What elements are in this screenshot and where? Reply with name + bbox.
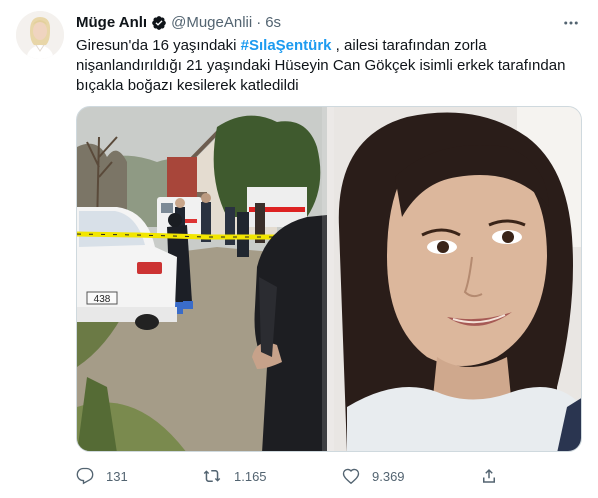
like-icon bbox=[342, 468, 360, 485]
hashtag-link[interactable]: #SılaŞentürk bbox=[241, 37, 332, 54]
tweet-header: Müge Anlı @MugeAnlii · 6s bbox=[76, 13, 582, 33]
more-icon[interactable] bbox=[560, 12, 582, 34]
reply-button[interactable]: 131 bbox=[76, 467, 128, 485]
media-photo: 438 bbox=[77, 107, 581, 451]
reply-count: 131 bbox=[106, 468, 128, 484]
like-button[interactable]: 9.369 bbox=[342, 467, 405, 485]
tweet-media[interactable]: 438 bbox=[76, 106, 582, 452]
retweet-icon bbox=[203, 470, 221, 482]
author-name[interactable]: Müge Anlı bbox=[76, 13, 147, 33]
retweet-count: 1.165 bbox=[234, 468, 267, 484]
tweet-time[interactable]: 6s bbox=[265, 13, 281, 33]
retweet-button[interactable]: 1.165 bbox=[202, 467, 267, 485]
share-icon bbox=[483, 468, 495, 483]
avatar-image bbox=[16, 11, 64, 59]
verified-badge-icon bbox=[151, 15, 167, 31]
like-count: 9.369 bbox=[372, 468, 405, 484]
tweet-text-part1: Giresun'da 16 yaşındaki bbox=[76, 37, 241, 54]
author-avatar[interactable] bbox=[16, 11, 64, 59]
tweet-text: Giresun'da 16 yaşındaki #SılaŞentürk , a… bbox=[76, 36, 576, 96]
tweet-actions: 131 1.165 9.369 bbox=[76, 466, 506, 486]
share-button[interactable] bbox=[480, 467, 510, 485]
reply-icon bbox=[76, 467, 94, 485]
author-handle[interactable]: @MugeAnlii bbox=[171, 13, 252, 33]
license-plate-text: 438 bbox=[94, 294, 111, 305]
separator-dot: · bbox=[256, 14, 262, 31]
